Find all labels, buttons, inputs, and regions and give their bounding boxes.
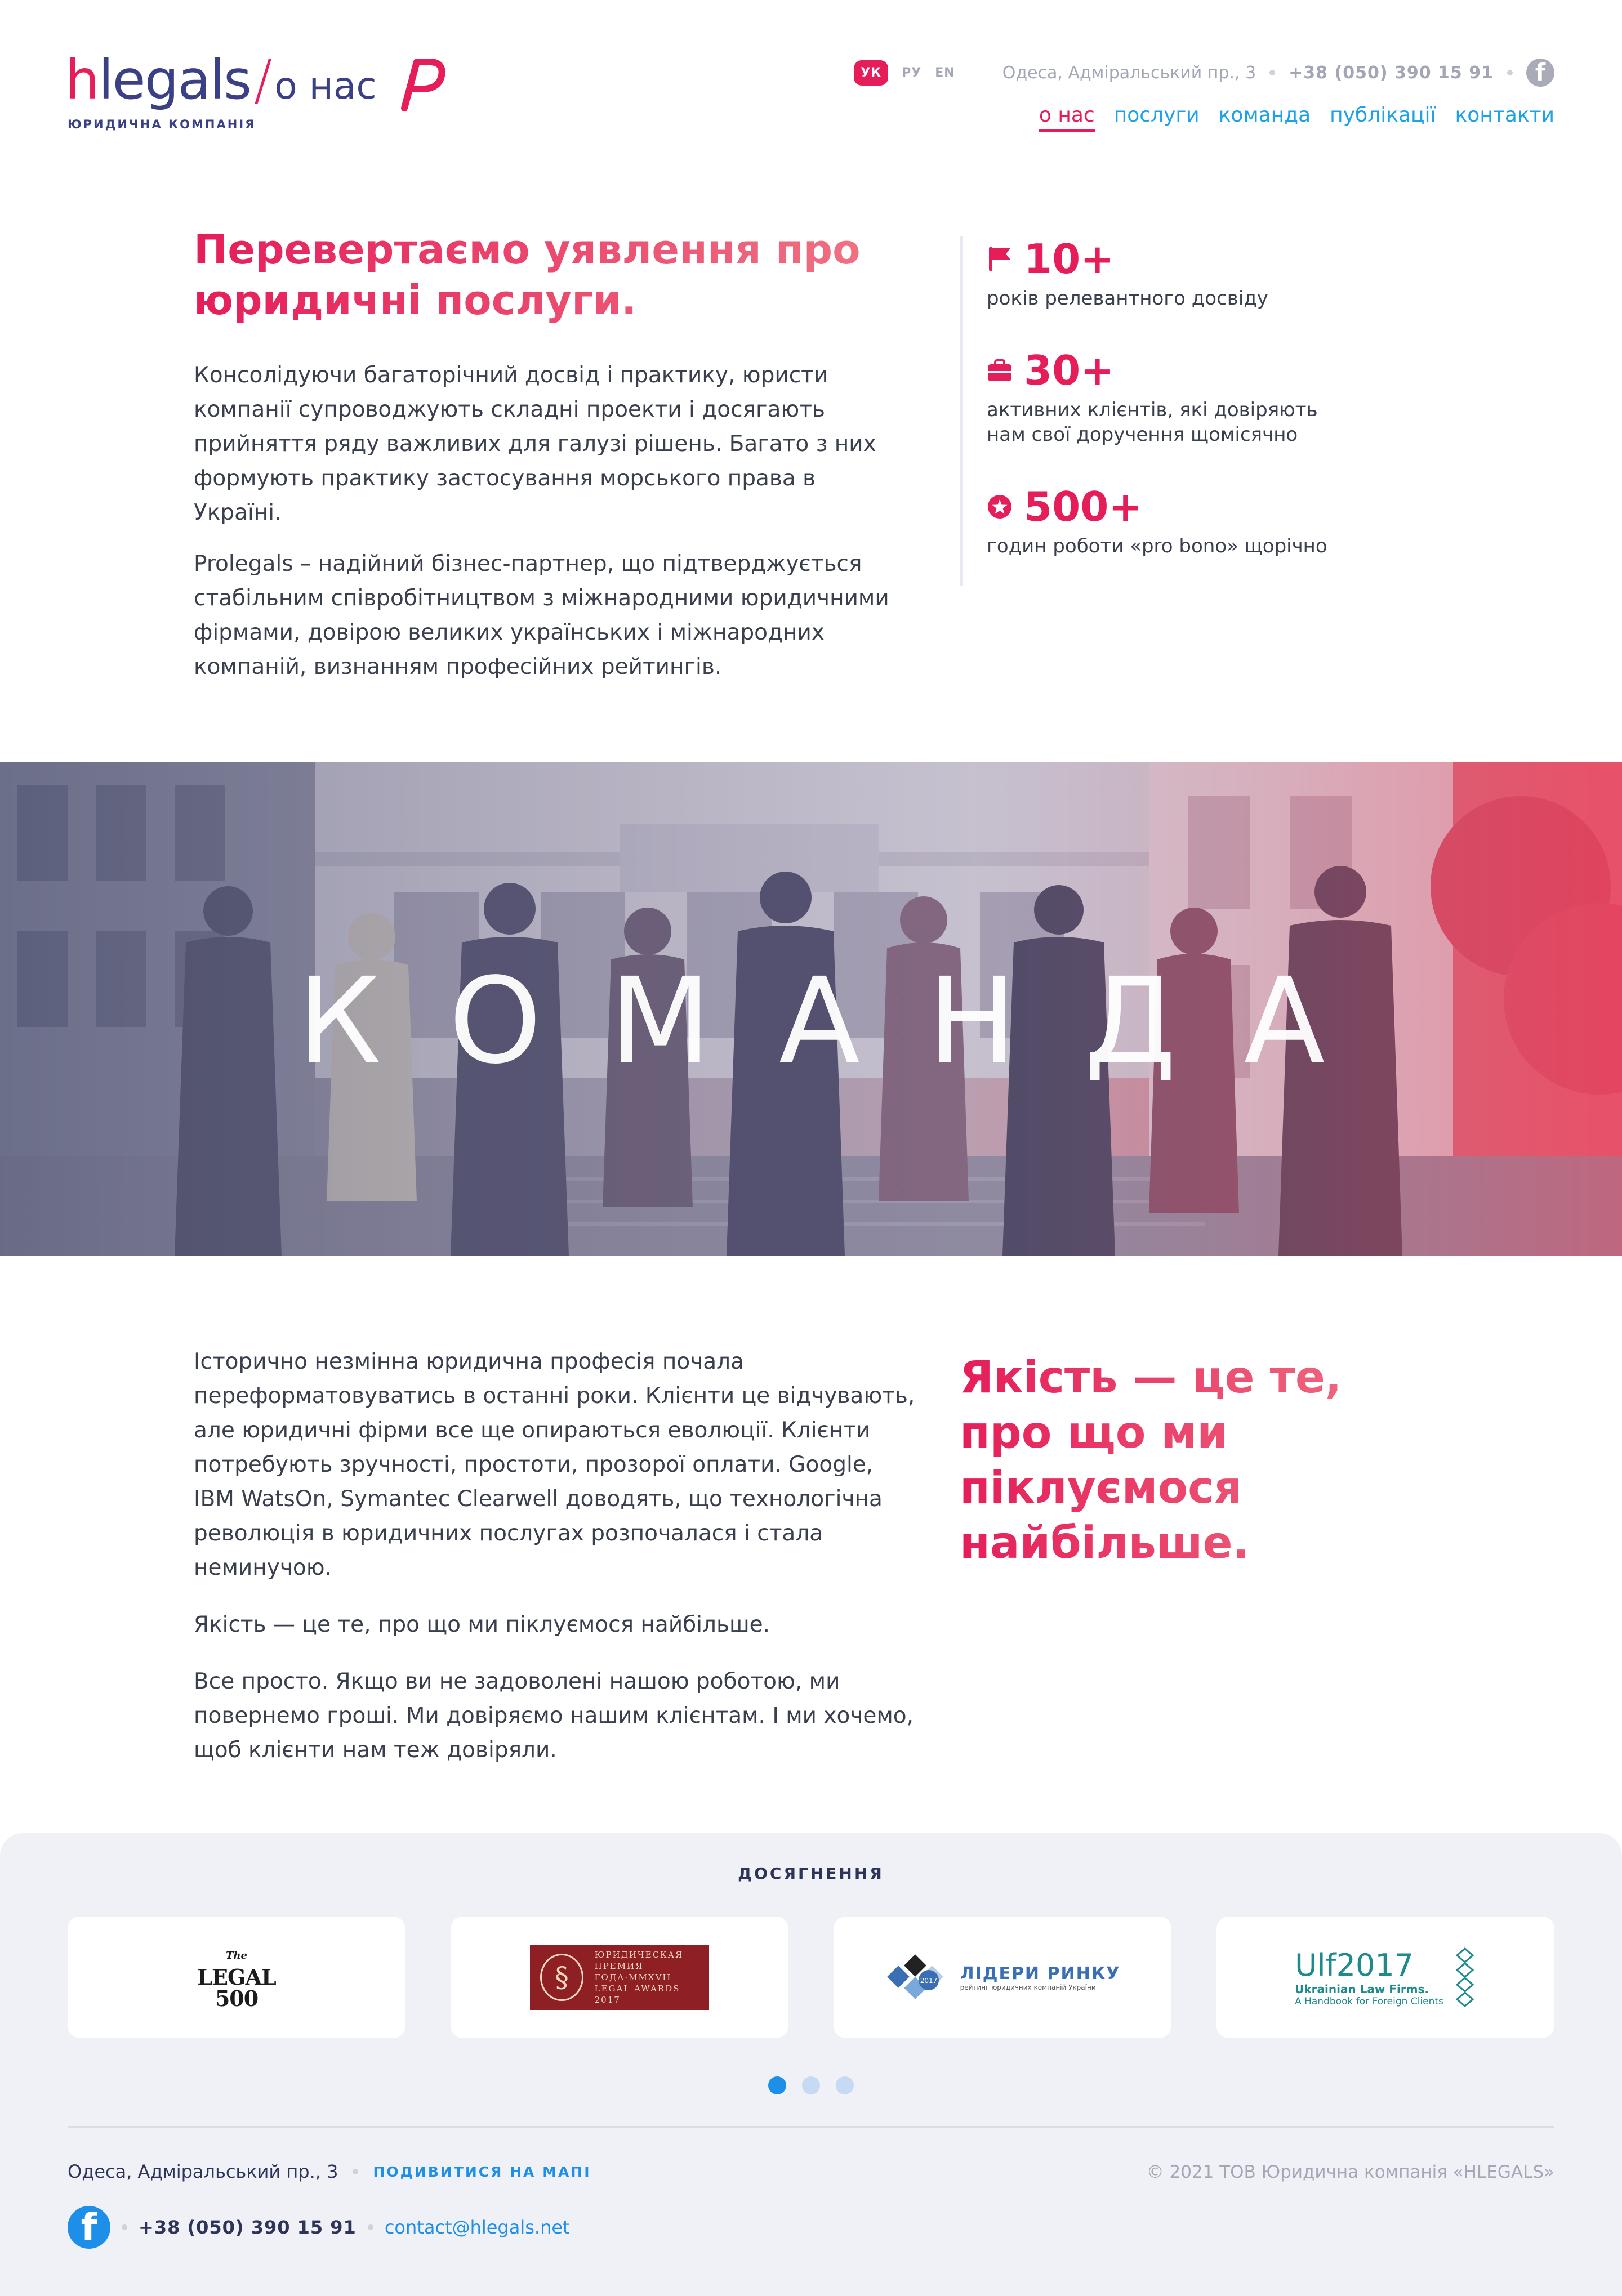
nav-item-publications[interactable]: публікації (1330, 104, 1436, 132)
header-address: Одеса, Адміральський пр., 3 (1002, 62, 1256, 83)
logo-wordmark: hlegals/о нас (65, 48, 377, 111)
facebook-icon[interactable]: f (68, 2206, 110, 2249)
footer-phone[interactable]: +38 (050) 390 15 91 (139, 2217, 357, 2238)
achievements-carousel: The LEGAL 500 § ЮРИДИЧЕСКАЯ ПРЕМИЯ ГОДА·… (68, 1917, 1554, 2038)
stat-value: 30+ (1024, 347, 1115, 394)
ornament-icon (1455, 1947, 1474, 2007)
intro-text: Консолідуючи багаторічний досвід і практ… (194, 358, 898, 701)
stat-value: 500+ (1024, 483, 1143, 530)
separator-dot (353, 2169, 359, 2174)
flag-icon (989, 247, 1010, 271)
facebook-icon[interactable]: f (1526, 59, 1554, 87)
carousel-dot-1[interactable] (768, 2076, 786, 2094)
nav-item-contacts[interactable]: контакти (1455, 104, 1554, 132)
footer-copyright: © 2021 ТОВ Юридична компанія «HLEGALS» (1146, 2162, 1554, 2182)
footer-contact-row: f +38 (050) 390 15 91 contact@hlegals.ne… (68, 2206, 570, 2249)
quality-paragraph: Якість — це те, про що ми піклуємося най… (194, 1612, 770, 1637)
achievement-card-ulf[interactable]: Ulf2017 Ukrainian Law Firms. A Handbook … (1216, 1917, 1554, 2038)
diamond-mosaic-icon: 2017 (886, 1954, 943, 1999)
briefcase-icon (988, 359, 1011, 381)
legal-awards-logo: § ЮРИДИЧЕСКАЯ ПРЕМИЯ ГОДА·MMXVII LEGAL A… (530, 1945, 709, 2010)
star-icon (988, 495, 1011, 519)
stat-clients: 30+ активних клієнтів, які довіряють нам… (987, 348, 1354, 447)
logo-p-mark-icon (401, 59, 445, 111)
separator-dot (122, 2224, 127, 2230)
intro-paragraph: Prolegals – надійний бізнес-партнер, що … (194, 551, 889, 680)
team-banner: КОМАНДА (0, 762, 1622, 1256)
legal500-logo: The LEGAL 500 (197, 1950, 276, 2011)
separator-dot (1269, 70, 1276, 75)
stat-value: 10+ (1024, 235, 1115, 283)
logo-section-title: о нас (274, 64, 377, 108)
header-phone[interactable]: +38 (050) 390 15 91 (1289, 63, 1494, 83)
achievement-card-legal-awards[interactable]: § ЮРИДИЧЕСКАЯ ПРЕМИЯ ГОДА·MMXVII LEGAL A… (451, 1917, 788, 2038)
section-sign-icon: § (540, 1954, 583, 2001)
quality-text: Історично незмінна юридична професія поч… (194, 1344, 920, 1790)
top-bar: УК РУ EN Одеса, Адміральський пр., 3 +38… (854, 59, 1554, 87)
svg-text:2017: 2017 (920, 1977, 937, 1985)
intro-title: Перевертаємо уявлення про юридичні послу… (194, 224, 870, 325)
footer-map-link[interactable]: ПОДИВИТИСЯ НА МАПІ (373, 2164, 591, 2180)
quality-headline: Якість — це те, про що ми піклуємося най… (960, 1350, 1410, 1571)
separator-dot (1507, 70, 1513, 75)
stat-label: годин роботи «pro bono» щорічно (987, 535, 1327, 557)
stat-experience: 10+ років релевантного досвіду (987, 236, 1354, 311)
stat-label: активних клієнтів, які довіряють нам сво… (987, 399, 1318, 446)
stat-pro-bono: 500+ годин роботи «pro bono» щорічно (987, 484, 1354, 559)
nav-item-about[interactable]: о нас (1039, 104, 1095, 132)
nav-item-services[interactable]: послуги (1114, 104, 1200, 132)
team-banner-title: КОМАНДА (297, 952, 1393, 1090)
stat-label: років релевантного досвіду (987, 287, 1268, 310)
carousel-dot-3[interactable] (836, 2076, 854, 2094)
carousel-pagination (0, 2076, 1622, 2094)
stats-panel: 10+ років релевантного досвіду 30+ актив… (960, 236, 1354, 586)
logo-slash: / (254, 48, 272, 111)
company-logo[interactable]: hlegals/о нас ЮРИДИЧНА КОМПАНІЯ (65, 48, 445, 131)
ulf-logo: Ulf2017 Ukrainian Law Firms. A Handbook … (1295, 1946, 1476, 2008)
intro-paragraph: Консолідуючи багаторічний досвід і практ… (194, 363, 876, 525)
nav-item-team[interactable]: команда (1219, 104, 1311, 132)
carousel-dot-2[interactable] (802, 2076, 820, 2094)
market-leaders-logo: 2017 ЛІДЕРИ РИНКУ рейтинг юридичних комп… (885, 1952, 1121, 2003)
achievement-card-legal500[interactable]: The LEGAL 500 (68, 1917, 406, 2038)
lang-uk[interactable]: УК (854, 60, 889, 86)
achievement-card-market-leaders[interactable]: 2017 ЛІДЕРИ РИНКУ рейтинг юридичних комп… (834, 1917, 1171, 2038)
logo-tagline: ЮРИДИЧНА КОМПАНІЯ (68, 118, 256, 131)
footer-address-row: Одеса, Адміральський пр., 3 ПОДИВИТИСЯ Н… (68, 2161, 591, 2182)
lang-en[interactable]: EN (935, 66, 955, 80)
footer-divider (68, 2126, 1554, 2128)
separator-dot (367, 2224, 373, 2230)
lang-ru[interactable]: РУ (902, 66, 921, 80)
achievements-section: ДОСЯГНЕННЯ The LEGAL 500 § ЮРИДИЧЕСКАЯ П… (0, 1833, 1622, 2296)
quality-paragraph: Все просто. Якщо ви не задоволені нашою … (194, 1669, 914, 1763)
main-nav: о нас послуги команда публікації контакт… (1039, 104, 1554, 132)
quality-paragraph: Історично незмінна юридична професія поч… (194, 1349, 915, 1580)
footer-email[interactable]: contact@hlegals.net (385, 2217, 570, 2238)
achievements-title: ДОСЯГНЕННЯ (738, 1864, 884, 1883)
footer-address: Одеса, Адміральський пр., 3 (68, 2161, 338, 2182)
